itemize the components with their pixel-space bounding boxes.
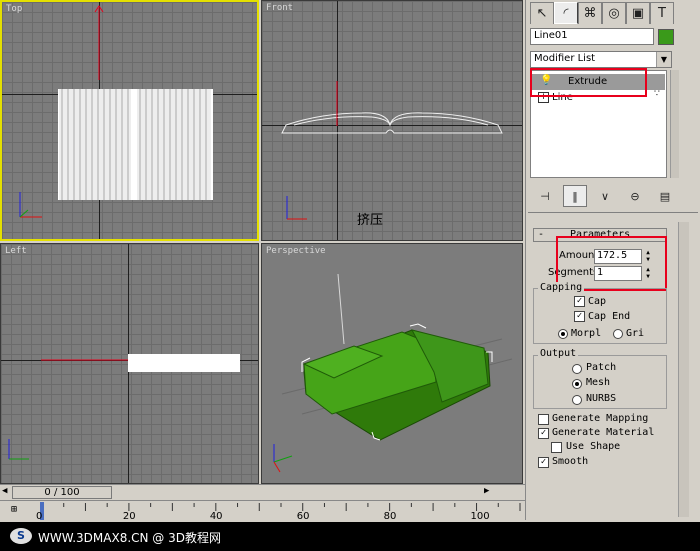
modifier-list-dropdown[interactable]: Modifier List ▼: [530, 51, 672, 68]
track-bar-ticks: [40, 502, 521, 520]
perspective-book-model: [273, 273, 513, 473]
pointer-icon[interactable]: ↖: [530, 2, 554, 24]
modify-icon[interactable]: ◜: [554, 2, 578, 24]
output-title: Output: [538, 348, 579, 359]
divider: [528, 212, 698, 213]
track-bar-tick-label: 20: [122, 511, 136, 522]
footer-bar: S WWW.3DMAX8.CN @ 3D教程网: [0, 522, 700, 551]
generate-mapping-label: Generate Mapping: [552, 413, 649, 424]
object-name-value: Line01: [534, 30, 568, 41]
smooth-checkbox[interactable]: ✓: [538, 457, 549, 468]
viewport-front[interactable]: Front 挤压: [261, 0, 523, 241]
cap-end-label: Cap End: [588, 311, 631, 322]
highlight-box-stack: [530, 68, 647, 97]
time-slider-thumb[interactable]: 0 / 100: [12, 486, 112, 499]
track-bar-tick-label: 60: [296, 511, 310, 522]
nurbs-radio[interactable]: [572, 395, 582, 405]
show-end-result-icon[interactable]: ‖: [563, 185, 587, 207]
site-logo-icon: S: [10, 528, 32, 544]
subobject-dots-icon: ∵: [654, 89, 660, 99]
patch-label: Patch: [586, 362, 617, 373]
remove-modifier-icon[interactable]: ⊖: [623, 185, 647, 207]
track-bar-tick-label: 0: [36, 511, 43, 522]
utilities-icon[interactable]: T: [650, 2, 674, 24]
viewport-left[interactable]: Left: [0, 243, 259, 484]
mesh-radio[interactable]: [572, 379, 582, 389]
top-view-geometry: [19, 5, 213, 218]
track-bar-tick-label: 40: [209, 511, 223, 522]
generate-material-checkbox[interactable]: ✓: [538, 428, 549, 439]
viewport-top[interactable]: Top: [0, 0, 259, 241]
collapse-minus-icon: -: [538, 229, 545, 240]
grid-radio[interactable]: [613, 329, 623, 339]
motion-icon[interactable]: ◎: [602, 2, 626, 24]
nurbs-label: NURBS: [586, 393, 617, 404]
display-icon[interactable]: ▣: [626, 2, 650, 24]
cap-start-label: Cap: [588, 296, 607, 307]
pin-stack-icon[interactable]: ⊣: [533, 185, 557, 207]
use-shape-label: Use Shape: [566, 441, 621, 452]
modifier-list-label: Modifier List: [534, 53, 596, 64]
mesh-label: Mesh: [586, 377, 611, 388]
morph-label: Morpl: [571, 328, 602, 339]
viewport-perspective[interactable]: Perspective: [261, 243, 523, 484]
track-bar-tick-label: 100: [470, 511, 490, 522]
time-slider[interactable]: ◀ 0 / 100 ▶: [0, 484, 525, 501]
generate-mapping-checkbox[interactable]: [538, 414, 549, 425]
object-name-field[interactable]: Line01: [530, 28, 654, 45]
panel-scrollbar[interactable]: [678, 222, 689, 517]
frame-counter: 0 / 100: [44, 487, 80, 498]
site-watermark: WWW.3DMAX8.CN @ 3D教程网: [38, 531, 222, 545]
command-panel-tabs: ↖ ◜ ⌘ ◎ ▣ T: [530, 2, 674, 24]
time-slider-right-arrow[interactable]: ▶: [484, 486, 489, 496]
front-view-spline: [281, 81, 503, 220]
configure-sets-icon[interactable]: ▤: [653, 185, 677, 207]
grid-label: Gri: [626, 328, 645, 339]
capping-title: Capping: [538, 282, 585, 293]
time-slider-left-arrow[interactable]: ◀: [2, 486, 7, 496]
generate-material-label: Generate Material: [552, 427, 655, 438]
left-view-geometry: [8, 354, 240, 460]
cap-start-checkbox[interactable]: ✓: [574, 296, 585, 307]
object-color-swatch[interactable]: [658, 29, 674, 45]
chevron-down-icon[interactable]: ▼: [656, 52, 671, 67]
stack-toolbar: ⊣ ‖ ∨ ⊖ ▤: [533, 185, 677, 207]
annotation-extrude: 挤压: [357, 213, 384, 228]
smooth-label: Smooth: [552, 456, 589, 467]
make-unique-icon[interactable]: ∨: [593, 185, 617, 207]
patch-radio[interactable]: [572, 364, 582, 374]
hierarchy-icon[interactable]: ⌘: [578, 2, 602, 24]
track-bar-tick-label: 80: [383, 511, 397, 522]
stack-scrollbar[interactable]: [670, 70, 679, 178]
morph-radio[interactable]: [558, 329, 568, 339]
cap-end-checkbox[interactable]: ✓: [574, 311, 585, 322]
use-shape-checkbox[interactable]: [551, 442, 562, 453]
track-bar[interactable]: ⊞: [0, 500, 525, 523]
